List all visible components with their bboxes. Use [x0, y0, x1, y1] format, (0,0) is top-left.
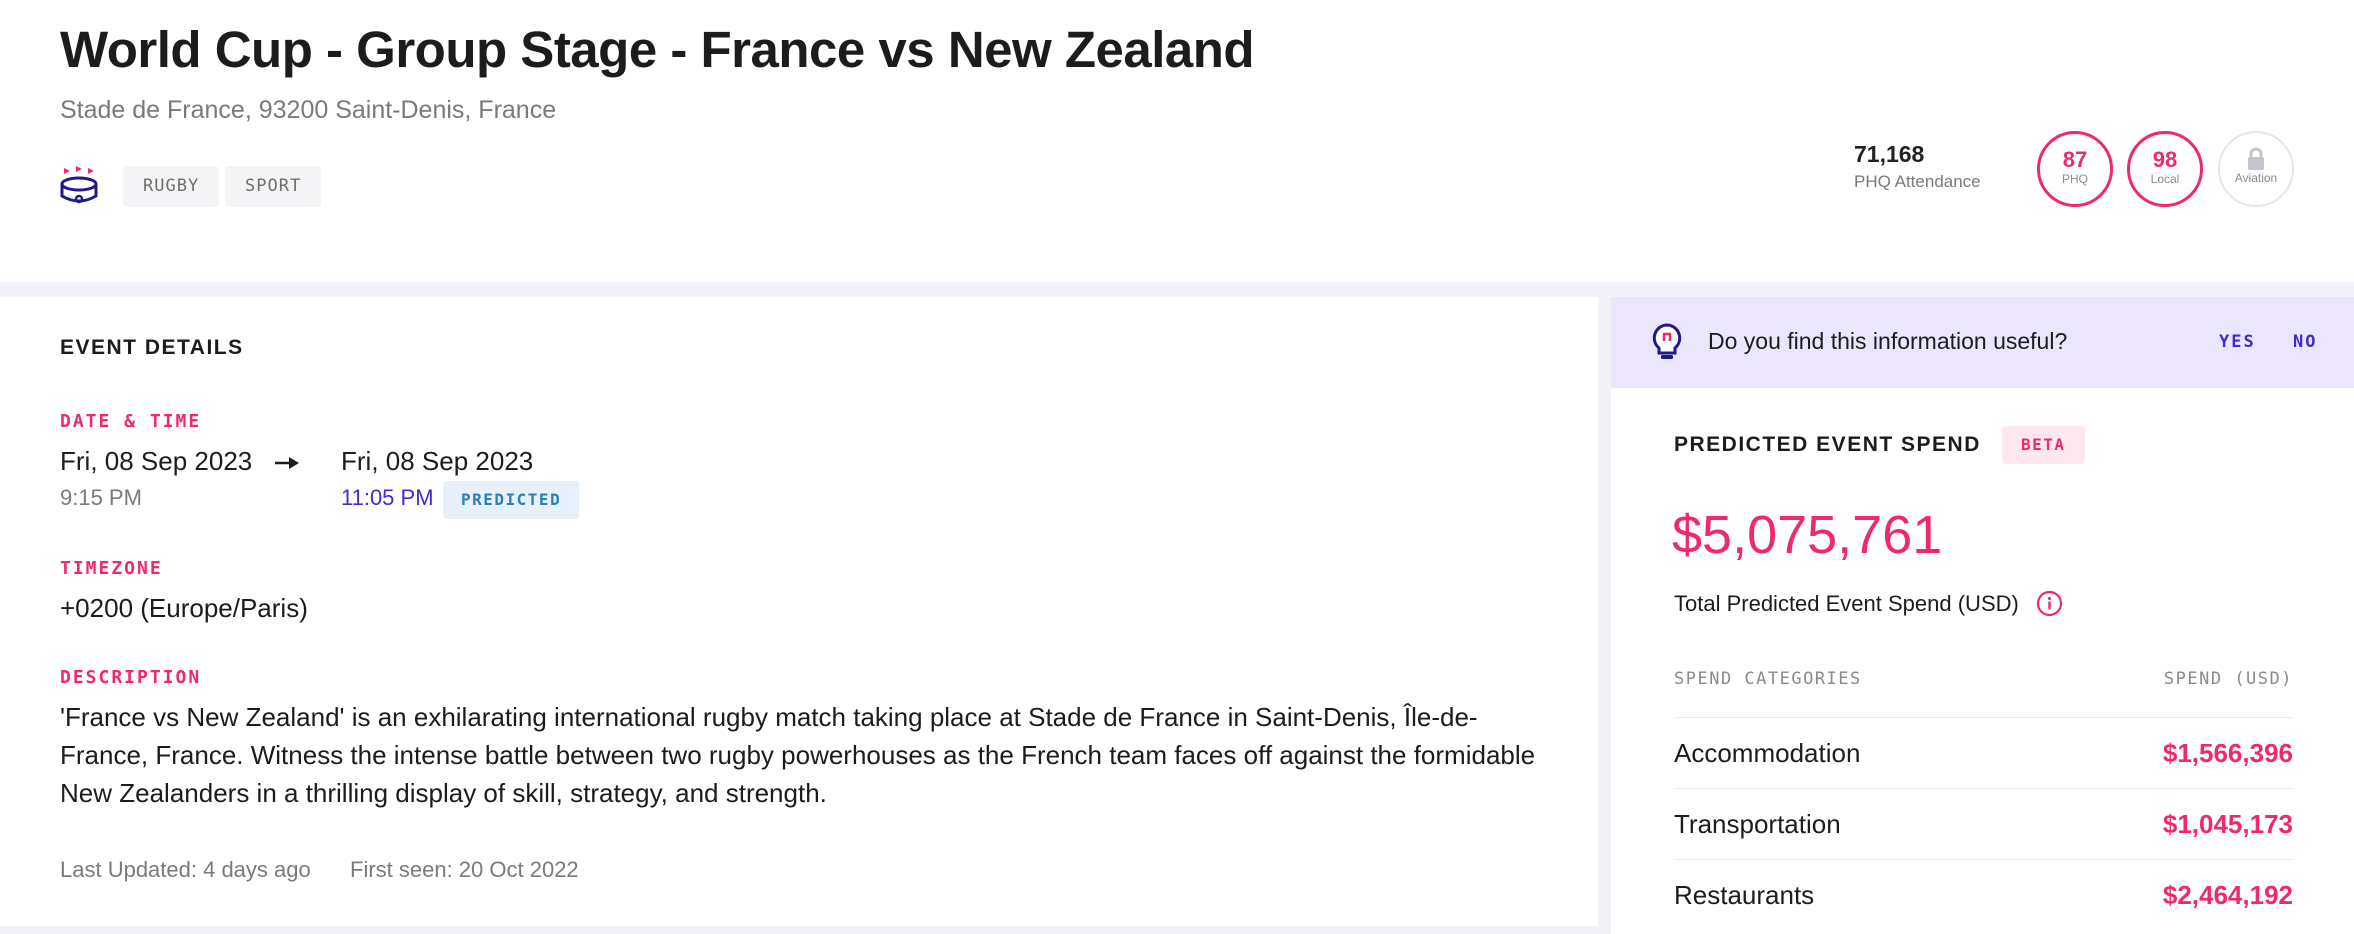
- phq-rank-ring: 87 PHQ: [2037, 131, 2113, 207]
- predicted-spend-title: PREDICTED EVENT SPEND: [1674, 433, 1981, 456]
- spend-value: $1,045,173: [2162, 809, 2293, 839]
- event-address: Stade de France, 93200 Saint-Denis, Fran…: [60, 96, 557, 124]
- feedback-yes-button[interactable]: YES: [2219, 332, 2256, 352]
- predicted-badge: PREDICTED: [443, 481, 580, 519]
- lightbulb-icon: [1652, 323, 1682, 359]
- start-date: Fri, 08 Sep 2023: [60, 446, 253, 476]
- start-time: 9:15 PM: [60, 485, 142, 510]
- attendance-label: PHQ Attendance: [1854, 172, 1981, 191]
- first-seen: First seen: 20 Oct 2022: [350, 857, 579, 882]
- description-label: DESCRIPTION: [60, 667, 202, 688]
- date-time-label: DATE & TIME: [60, 411, 202, 432]
- tag-sport[interactable]: SPORT: [225, 166, 322, 207]
- spend-categories-header: SPEND CATEGORIES: [1674, 669, 1862, 689]
- beta-badge: BETA: [2002, 426, 2085, 464]
- phq-rank-label: PHQ: [2061, 172, 2088, 186]
- spend-row-accommodation: Accommodation $1,566,396: [1674, 717, 2293, 788]
- event-description: 'France vs New Zealand' is an exhilarati…: [60, 702, 1536, 808]
- aviation-rank-ring: Aviation: [2218, 131, 2294, 207]
- timezone-label: TIMEZONE: [60, 558, 163, 579]
- end-time: 11:05 PM: [341, 485, 434, 510]
- spend-usd-header: SPEND (USD): [2163, 669, 2293, 689]
- total-spend-value: $5,075,761: [1672, 505, 1943, 565]
- spend-category: Transportation: [1674, 809, 1841, 839]
- event-title: World Cup - Group Stage - France vs New …: [60, 21, 1255, 78]
- info-icon[interactable]: [2036, 590, 2063, 617]
- event-details-title: EVENT DETAILS: [60, 336, 244, 359]
- arrow-right-icon: [275, 457, 299, 469]
- spend-value: $1,566,396: [2162, 738, 2293, 768]
- phq-rank-value: 87: [2062, 147, 2088, 172]
- local-rank-label: Local: [2150, 172, 2180, 186]
- spend-category: Accommodation: [1674, 738, 1861, 768]
- spend-value: $2,464,192: [2162, 880, 2293, 910]
- total-spend-caption: Total Predicted Event Spend (USD): [1674, 591, 2019, 616]
- feedback-question: Do you find this information useful?: [1708, 328, 2068, 354]
- lock-icon: [2248, 147, 2264, 170]
- local-rank-ring: 98 Local: [2127, 131, 2203, 207]
- aviation-rank-label: Aviation: [2234, 171, 2278, 185]
- spend-row-restaurants: Restaurants $2,464,192: [1674, 859, 2293, 930]
- timezone-value: +0200 (Europe/Paris): [60, 593, 308, 623]
- spend-row-transportation: Transportation $1,045,173: [1674, 788, 2293, 859]
- spend-category: Restaurants: [1674, 880, 1815, 910]
- attendance-value: 71,168: [1854, 141, 1925, 167]
- tag-rugby[interactable]: RUGBY: [123, 166, 220, 207]
- local-rank-value: 98: [2152, 147, 2178, 172]
- last-updated: Last Updated: 4 days ago: [60, 857, 311, 882]
- feedback-no-button[interactable]: NO: [2293, 332, 2317, 352]
- end-date: Fri, 08 Sep 2023: [341, 446, 534, 476]
- stadium-icon: [60, 166, 98, 204]
